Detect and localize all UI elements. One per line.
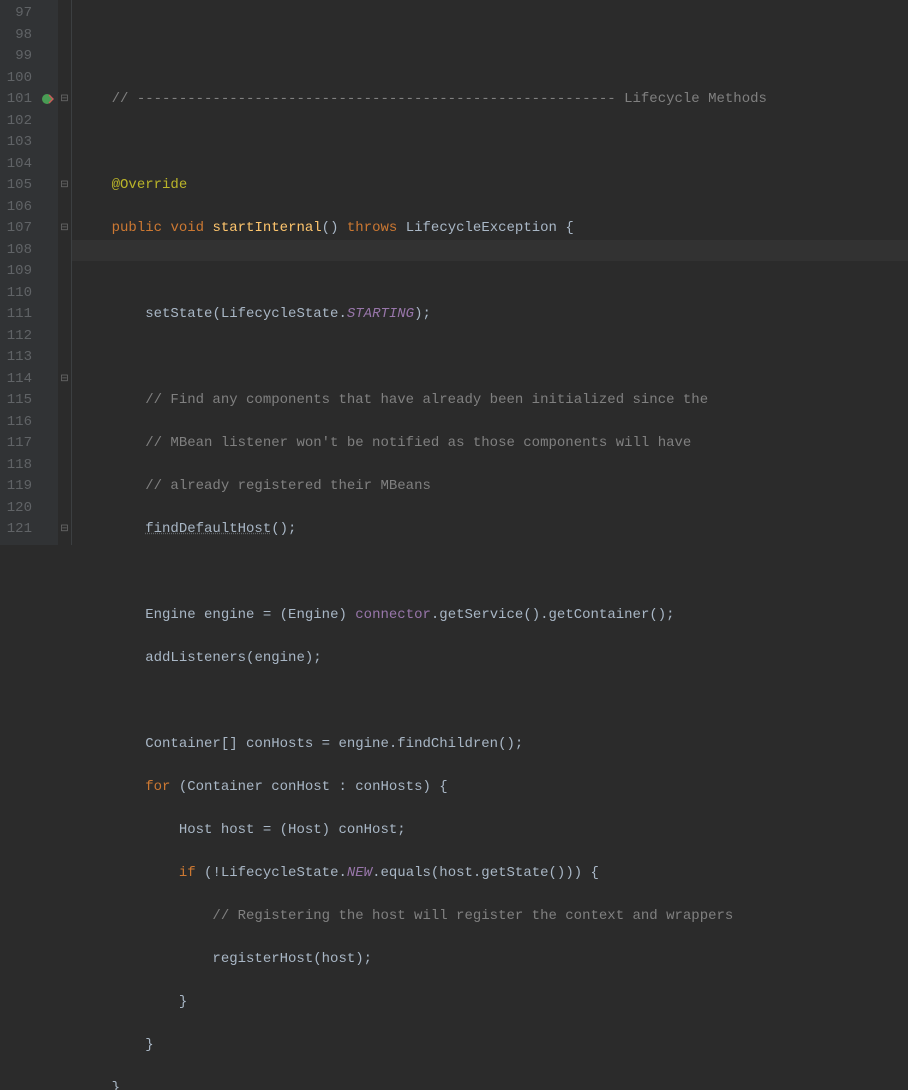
fold-end-icon[interactable]: ⊟ xyxy=(60,525,69,534)
brace: } xyxy=(179,994,187,1010)
call: registerHost xyxy=(212,951,313,967)
line-number[interactable]: 112 xyxy=(4,326,32,348)
line-number[interactable]: 110 xyxy=(4,283,32,305)
line-number[interactable]: 118 xyxy=(4,455,32,477)
line-number[interactable]: 104 xyxy=(4,154,32,176)
line-number[interactable]: 113 xyxy=(4,347,32,369)
line-number[interactable]: 105 xyxy=(4,175,32,197)
comment: // -------------------------------------… xyxy=(112,91,767,107)
method-name: startInternal xyxy=(212,220,321,236)
constant: STARTING xyxy=(347,306,414,322)
field: connector xyxy=(355,607,431,623)
code-editor: 97 98 99 100 101 102 103 104 105 106 107… xyxy=(0,0,908,545)
annotation: @Override xyxy=(112,177,188,193)
line-number[interactable]: 106 xyxy=(4,197,32,219)
brace: } xyxy=(112,1080,120,1090)
comment: // MBean listener won't be notified as t… xyxy=(145,435,691,451)
comment: // Find any components that have already… xyxy=(145,392,708,408)
code-area[interactable]: // -------------------------------------… xyxy=(72,0,908,545)
line-number[interactable]: 97 xyxy=(4,3,32,25)
line-number[interactable]: 108 xyxy=(4,240,32,262)
line-number[interactable]: 107 xyxy=(4,218,32,240)
brace: { xyxy=(557,220,574,236)
line-number[interactable]: 101 xyxy=(4,89,32,111)
line-number-gutter: 97 98 99 100 101 102 103 104 105 106 107… xyxy=(0,0,40,545)
call: findDefaultHost xyxy=(145,521,271,537)
call: setState xyxy=(145,306,212,322)
line-number[interactable]: 111 xyxy=(4,304,32,326)
line-number[interactable]: 103 xyxy=(4,132,32,154)
override-run-icon[interactable] xyxy=(42,93,54,105)
fold-collapse-icon[interactable]: ⊟ xyxy=(60,375,69,384)
marker-gutter xyxy=(40,0,58,545)
line-number[interactable]: 121 xyxy=(4,519,32,541)
keyword: void xyxy=(170,220,204,236)
line-number[interactable]: 102 xyxy=(4,111,32,133)
fold-collapse-icon[interactable]: ⊟ xyxy=(60,181,69,190)
line-number[interactable]: 117 xyxy=(4,433,32,455)
comment: // already registered their MBeans xyxy=(145,478,431,494)
line-number[interactable]: 109 xyxy=(4,261,32,283)
line-number[interactable]: 119 xyxy=(4,476,32,498)
line-number[interactable]: 116 xyxy=(4,412,32,434)
fold-collapse-icon[interactable]: ⊟ xyxy=(60,95,69,104)
line-number[interactable]: 114 xyxy=(4,369,32,391)
keyword: throws xyxy=(347,220,397,236)
line-number[interactable]: 100 xyxy=(4,68,32,90)
type: LifecycleException xyxy=(406,220,557,236)
current-line-highlight xyxy=(72,240,908,262)
declaration: Host host = (Host) conHost; xyxy=(179,822,406,838)
call: addListeners xyxy=(145,650,246,666)
line-number[interactable]: 120 xyxy=(4,498,32,520)
keyword: if xyxy=(179,865,196,881)
comment: // Registering the host will register th… xyxy=(212,908,733,924)
line-number[interactable]: 99 xyxy=(4,46,32,68)
parens: () xyxy=(322,220,339,236)
keyword: for xyxy=(145,779,170,795)
line-number[interactable]: 115 xyxy=(4,390,32,412)
fold-end-icon[interactable]: ⊟ xyxy=(60,224,69,233)
declaration: Container[] conHosts = engine.findChildr… xyxy=(145,736,523,752)
keyword: public xyxy=(112,220,162,236)
brace: } xyxy=(145,1037,153,1053)
constant: NEW xyxy=(347,865,372,881)
fold-gutter: ⊟ ⊟ ⊟ ⊟ ⊟ xyxy=(58,0,72,545)
line-number[interactable]: 98 xyxy=(4,25,32,47)
